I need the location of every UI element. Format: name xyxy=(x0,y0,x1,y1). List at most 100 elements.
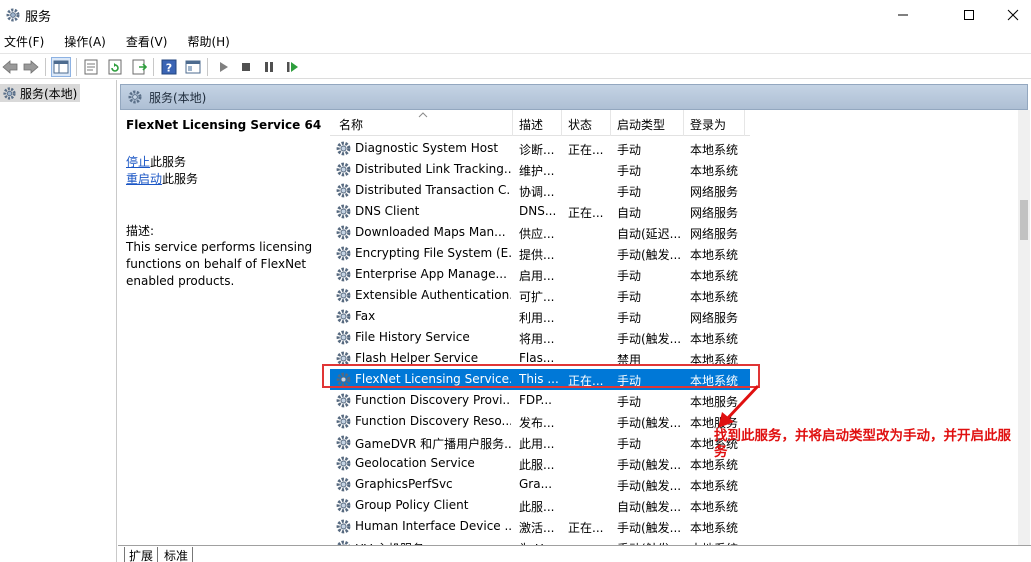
table-row[interactable]: File History Service 将用... 手动(触发... 本地系统 xyxy=(330,327,750,348)
console-tree-icon xyxy=(53,60,69,74)
cell-name: Extensible Authentication... xyxy=(355,288,511,302)
service-gear-icon xyxy=(336,477,351,492)
cell-logon-as: 本地系统 xyxy=(690,143,739,157)
export-list-button[interactable] xyxy=(129,57,149,77)
cell-logon-as: 本地系统 xyxy=(690,164,739,178)
service-gear-icon xyxy=(336,183,351,198)
cell-status: 正在... xyxy=(568,374,604,388)
refresh-icon xyxy=(108,59,122,75)
cell-description: Flas... xyxy=(519,351,555,365)
pane-header: 服务(本地) xyxy=(120,84,1028,110)
cell-logon-as: 网络服务 xyxy=(690,206,739,220)
table-row[interactable]: Enterprise App Manage... 启用... 手动 本地系统 xyxy=(330,264,750,285)
restart-service-button[interactable] xyxy=(282,57,302,77)
cell-logon-as: 本地系统 xyxy=(690,332,739,346)
vertical-scrollbar[interactable] xyxy=(1018,110,1030,546)
start-service-button[interactable] xyxy=(213,57,233,77)
refresh-button[interactable] xyxy=(105,57,125,77)
column-logon-as[interactable]: 登录为 xyxy=(690,116,726,133)
description-line: enabled products. xyxy=(126,274,235,288)
show-console-tree-button[interactable] xyxy=(51,57,71,77)
description-label: 描述: xyxy=(126,224,155,238)
mmc-view-button[interactable] xyxy=(183,57,203,77)
properties-icon xyxy=(84,59,98,75)
forward-button[interactable] xyxy=(21,57,41,77)
table-row[interactable]: Diagnostic System Host 诊断... 正在... 手动 本地系统 xyxy=(330,138,750,159)
console-tree: 服务(本地) xyxy=(0,80,117,562)
stop-service-link[interactable]: 停止 xyxy=(126,155,150,169)
cell-startup-type: 手动(触发... xyxy=(617,332,681,346)
menu-view[interactable]: 查看(V) xyxy=(122,30,176,52)
service-gear-icon xyxy=(336,204,351,219)
view-tabs: 扩展 标准 xyxy=(118,545,1031,562)
restart-service-icon xyxy=(287,62,298,72)
sort-ascending-icon xyxy=(418,112,428,118)
table-row[interactable]: DNS Client DNS... 正在... 自动 网络服务 xyxy=(330,201,750,222)
minimize-button[interactable] xyxy=(880,0,926,30)
description-line: functions on behalf of FlexNet xyxy=(126,257,307,271)
restart-service-row: 重启动此服务 xyxy=(126,170,198,187)
back-button[interactable] xyxy=(0,57,20,77)
column-status[interactable]: 状态 xyxy=(568,116,592,133)
column-description[interactable]: 描述 xyxy=(519,116,543,133)
stop-service-button[interactable] xyxy=(236,57,256,77)
cell-description: 启用... xyxy=(519,269,555,283)
minimize-icon xyxy=(898,14,908,16)
detail-service-name: FlexNet Licensing Service 64 xyxy=(126,118,322,132)
cell-startup-type: 自动(延迟... xyxy=(617,227,681,241)
pause-service-button[interactable] xyxy=(259,57,279,77)
table-row[interactable]: Function Discovery Reso... 发布... 手动(触发... 本… xyxy=(330,411,750,432)
column-startup-type[interactable]: 启动类型 xyxy=(617,116,665,133)
help-button[interactable]: ? xyxy=(159,57,179,77)
cell-name: Human Interface Device ... xyxy=(355,519,511,533)
table-row[interactable]: Geolocation Service 此服... 手动(触发... 本地系统 xyxy=(330,453,750,474)
table-row[interactable]: GraphicsPerfSvc Gra... 手动(触发... 本地系统 xyxy=(330,474,750,495)
service-detail-panel: FlexNet Licensing Service 64 停止此服务 重启动此服… xyxy=(118,111,323,546)
service-gear-icon xyxy=(336,414,351,429)
table-row[interactable]: Flash Helper Service Flas... 禁用 本地系统 xyxy=(330,348,750,369)
table-row[interactable]: Fax 利用... 手动 网络服务 xyxy=(330,306,750,327)
table-row[interactable]: Distributed Transaction C... 协调... 手动 网络服务 xyxy=(330,180,750,201)
menu-action[interactable]: 操作(A) xyxy=(60,30,114,52)
table-row[interactable]: Human Interface Device ... 激活... 正在... 手动(触… xyxy=(330,516,750,537)
tree-item-services-local[interactable]: 服务(本地) xyxy=(0,84,80,102)
cell-description: 协调... xyxy=(519,185,555,199)
cell-description: 利用... xyxy=(519,311,555,325)
table-row[interactable]: Extensible Authentication... 可扩... 手动 本地系统 xyxy=(330,285,750,306)
menu-file[interactable]: 文件(F) xyxy=(0,30,52,52)
cell-description: 维护... xyxy=(519,164,555,178)
service-gear-icon xyxy=(336,372,351,387)
table-row[interactable]: GameDVR 和广播用户服务... 此用... 手动 本地系统 xyxy=(330,432,750,453)
cell-name: Encrypting File System (E... xyxy=(355,246,511,260)
cell-logon-as: 网络服务 xyxy=(690,227,739,241)
description-line: This service performs licensing xyxy=(126,240,313,254)
table-row[interactable]: Downloaded Maps Man... 供应... 自动(延迟... 网络服务 xyxy=(330,222,750,243)
table-row[interactable]: Distributed Link Tracking... 维护... 手动 本地系统 xyxy=(330,159,750,180)
column-name[interactable]: 名称 xyxy=(339,116,363,133)
table-row[interactable]: Encrypting File System (E... 提供... 手动(触发..… xyxy=(330,243,750,264)
cell-description: FDP... xyxy=(519,393,552,407)
service-gear-icon xyxy=(336,351,351,366)
table-row[interactable]: Function Discovery Provi... FDP... 手动 本地服务 xyxy=(330,390,750,411)
cell-name: FlexNet Licensing Service... xyxy=(355,372,511,386)
tab-standard[interactable]: 标准 xyxy=(160,547,194,562)
tab-extended[interactable]: 扩展 xyxy=(124,547,159,562)
cell-logon-as: 网络服务 xyxy=(690,311,739,325)
table-row[interactable]: Group Policy Client 此服... 自动(触发... 本地系统 xyxy=(330,495,750,516)
cell-startup-type: 自动 xyxy=(617,206,642,220)
cell-name: Flash Helper Service xyxy=(355,351,479,365)
scrollbar-thumb[interactable] xyxy=(1020,200,1028,240)
menu-help[interactable]: 帮助(H) xyxy=(183,30,237,52)
cell-startup-type: 手动(触发... xyxy=(617,458,681,472)
table-row-selected[interactable]: FlexNet Licensing Service... This ... 正在..… xyxy=(330,369,750,390)
cell-description: 可扩... xyxy=(519,290,555,304)
restart-service-link[interactable]: 重启动 xyxy=(126,172,162,186)
service-gear-icon xyxy=(336,225,351,240)
service-gear-icon xyxy=(336,141,351,156)
maximize-button[interactable] xyxy=(946,0,992,30)
properties-button[interactable] xyxy=(81,57,101,77)
service-gear-icon xyxy=(336,519,351,534)
close-button[interactable] xyxy=(990,0,1031,30)
restart-service-suffix: 此服务 xyxy=(162,172,199,186)
service-gear-icon xyxy=(336,309,351,324)
